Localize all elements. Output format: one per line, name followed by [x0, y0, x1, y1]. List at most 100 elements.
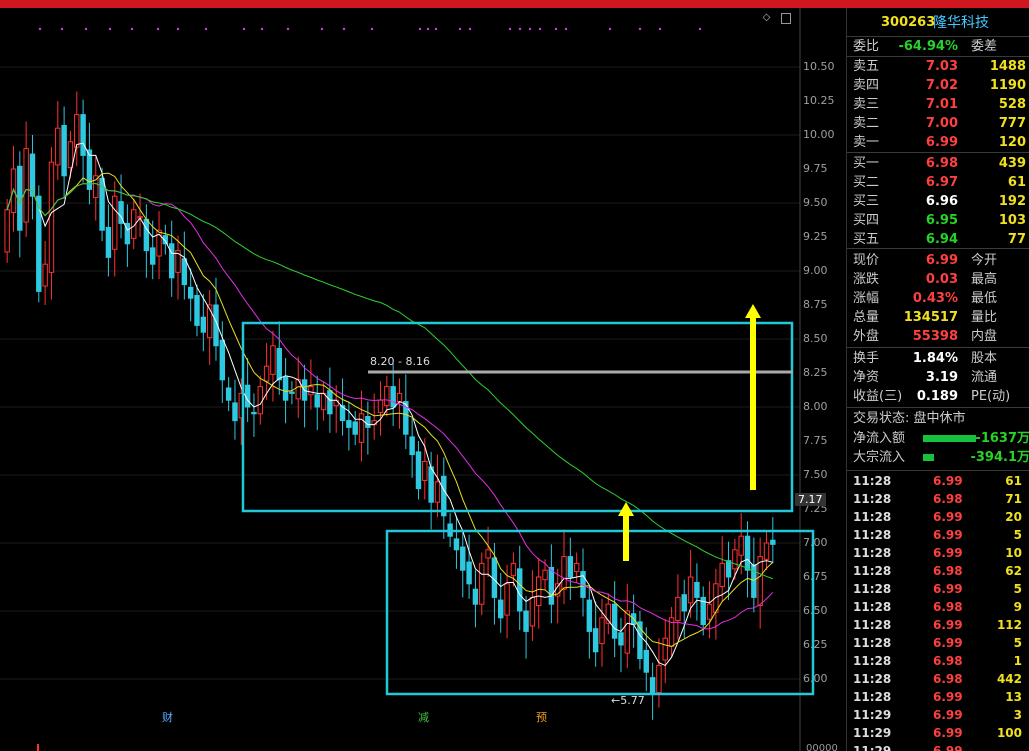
quote-row: 涨幅 0.43% 最低	[847, 289, 1029, 308]
tick-row[interactable]: 11:28 6.99 5	[847, 526, 1029, 544]
tick-row[interactable]: 11:28 6.99 5	[847, 580, 1029, 598]
tick-time: 11:28	[853, 636, 892, 650]
trade-status: 交易状态: 盘中休市	[847, 409, 1029, 428]
volume-axis-label: 00000	[806, 743, 838, 751]
candle-body	[320, 392, 327, 411]
sell-row[interactable]: 卖二 7.00 777	[847, 114, 1029, 133]
signal-dot	[260, 27, 264, 31]
tick-time: 11:28	[853, 546, 892, 560]
candle-body	[485, 549, 491, 559]
tick-row[interactable]: 11:28 6.99 112	[847, 616, 1029, 634]
signal-dot	[608, 27, 612, 31]
signal-dot	[320, 27, 324, 31]
signal-dot	[468, 27, 472, 31]
tick-time: 11:29	[853, 708, 892, 722]
tick-row[interactable]: 11:28 6.99 20	[847, 508, 1029, 526]
candle-body	[662, 637, 668, 661]
tick-row[interactable]: 11:28 6.98 1	[847, 652, 1029, 670]
sell-row[interactable]: 卖三 7.01 528	[847, 95, 1029, 114]
candle-body	[643, 649, 649, 673]
tick-row[interactable]: 11:28 6.98 9	[847, 598, 1029, 616]
price-tick-label: 10.00	[803, 128, 835, 141]
tick-row[interactable]: 11:29 6.99 100	[847, 724, 1029, 742]
candle-body	[434, 481, 441, 503]
tick-price: 6.99	[933, 510, 963, 524]
candle-body	[346, 420, 352, 428]
candle-body	[181, 258, 188, 286]
sell-row[interactable]: 卖四 7.02 1190	[847, 76, 1029, 95]
stock-name: 隆华科技	[933, 15, 989, 31]
tick-volume: 5	[1013, 636, 1022, 650]
candle-body	[352, 421, 358, 435]
candle-body	[232, 402, 238, 422]
tick-row[interactable]: 11:28 6.98 71	[847, 490, 1029, 508]
buy-row[interactable]: 买四 6.95 103	[847, 211, 1029, 230]
signal-dot	[538, 27, 542, 31]
tick-row[interactable]: 11:28 6.98 62	[847, 562, 1029, 580]
sell-label: 卖四	[853, 78, 880, 93]
buy-row[interactable]: 买二 6.97 61	[847, 173, 1029, 192]
buy-row[interactable]: 买一 6.98 439	[847, 154, 1029, 173]
candle-body	[112, 195, 118, 250]
candle-body	[744, 535, 751, 571]
candle-body	[29, 153, 36, 197]
marker-forecast[interactable]: 预	[534, 709, 549, 725]
tick-row[interactable]: 11:28 6.98 442	[847, 670, 1029, 688]
stat-value: 1.84%	[912, 351, 958, 366]
candle-body	[656, 664, 662, 694]
candle-body	[23, 148, 29, 223]
sell-price: 7.00	[925, 116, 958, 131]
quote-label-2: 内盘	[971, 329, 998, 344]
signal-dot	[108, 27, 112, 31]
buy-row[interactable]: 买三 6.96 192	[847, 192, 1029, 211]
diamond-icon[interactable]: ◇	[761, 12, 772, 23]
quote-value: 0.43%	[912, 291, 958, 306]
signal-dot	[342, 27, 346, 31]
candle-body	[706, 603, 713, 620]
candle-body	[751, 564, 757, 598]
signal-dot	[370, 27, 374, 31]
stat-label-2: PE(动)	[971, 389, 1011, 404]
tick-volume: 5	[1013, 528, 1022, 542]
signal-dot	[242, 27, 246, 31]
window-toggle-icon[interactable]	[781, 13, 791, 24]
kline-chart[interactable]: 6.00 6.25 6.50 6.75 7.00 7.25 7.50 7.75 8.00 8.25…	[0, 8, 845, 751]
signal-dot	[508, 27, 512, 31]
sell-label: 卖二	[853, 116, 880, 131]
tick-time: 11:28	[853, 528, 892, 542]
stock-header[interactable]: 300263 隆华科技	[847, 12, 1029, 34]
candle-body	[738, 535, 744, 556]
tick-row[interactable]: 11:28 6.99 5	[847, 634, 1029, 652]
kline-canvas[interactable]	[0, 8, 845, 751]
candle-body	[725, 560, 732, 578]
candle-body	[187, 286, 194, 299]
candle-body	[327, 390, 333, 415]
candle-body	[4, 209, 10, 253]
price-tick-label: 9.75	[803, 162, 828, 175]
candle-body	[460, 546, 466, 571]
tick-volume: 71	[1005, 492, 1022, 506]
candle-body	[472, 588, 479, 605]
tick-row[interactable]: 11:28 6.99 61	[847, 472, 1029, 490]
quote-value: 6.99	[925, 253, 958, 268]
candle-body	[219, 339, 226, 381]
tick-row[interactable]: 11:28 6.99 10	[847, 544, 1029, 562]
buy-volume: 103	[998, 213, 1026, 228]
sell-row[interactable]: 卖五 7.03 1488	[847, 57, 1029, 76]
stat-label: 换手	[853, 351, 880, 366]
tick-volume: 5	[1013, 582, 1022, 596]
sell-row[interactable]: 卖一 6.99 120	[847, 133, 1029, 152]
tick-row[interactable]: 11:29 6.99	[847, 742, 1029, 751]
tick-row[interactable]: 11:28 6.99 13	[847, 688, 1029, 706]
marker-reduce[interactable]: 减	[416, 709, 431, 725]
quote-row: 涨跌 0.03 最高	[847, 270, 1029, 289]
price-tick-label: 7.50	[803, 468, 828, 481]
price-tick-label: 9.50	[803, 196, 828, 209]
marker-finance[interactable]: 财	[160, 709, 175, 725]
sell-price: 7.02	[925, 78, 958, 93]
candle-body	[409, 436, 415, 456]
candle-body	[168, 243, 175, 279]
candle-body	[390, 386, 396, 408]
buy-row[interactable]: 买五 6.94 77	[847, 230, 1029, 249]
tick-row[interactable]: 11:29 6.99 3	[847, 706, 1029, 724]
